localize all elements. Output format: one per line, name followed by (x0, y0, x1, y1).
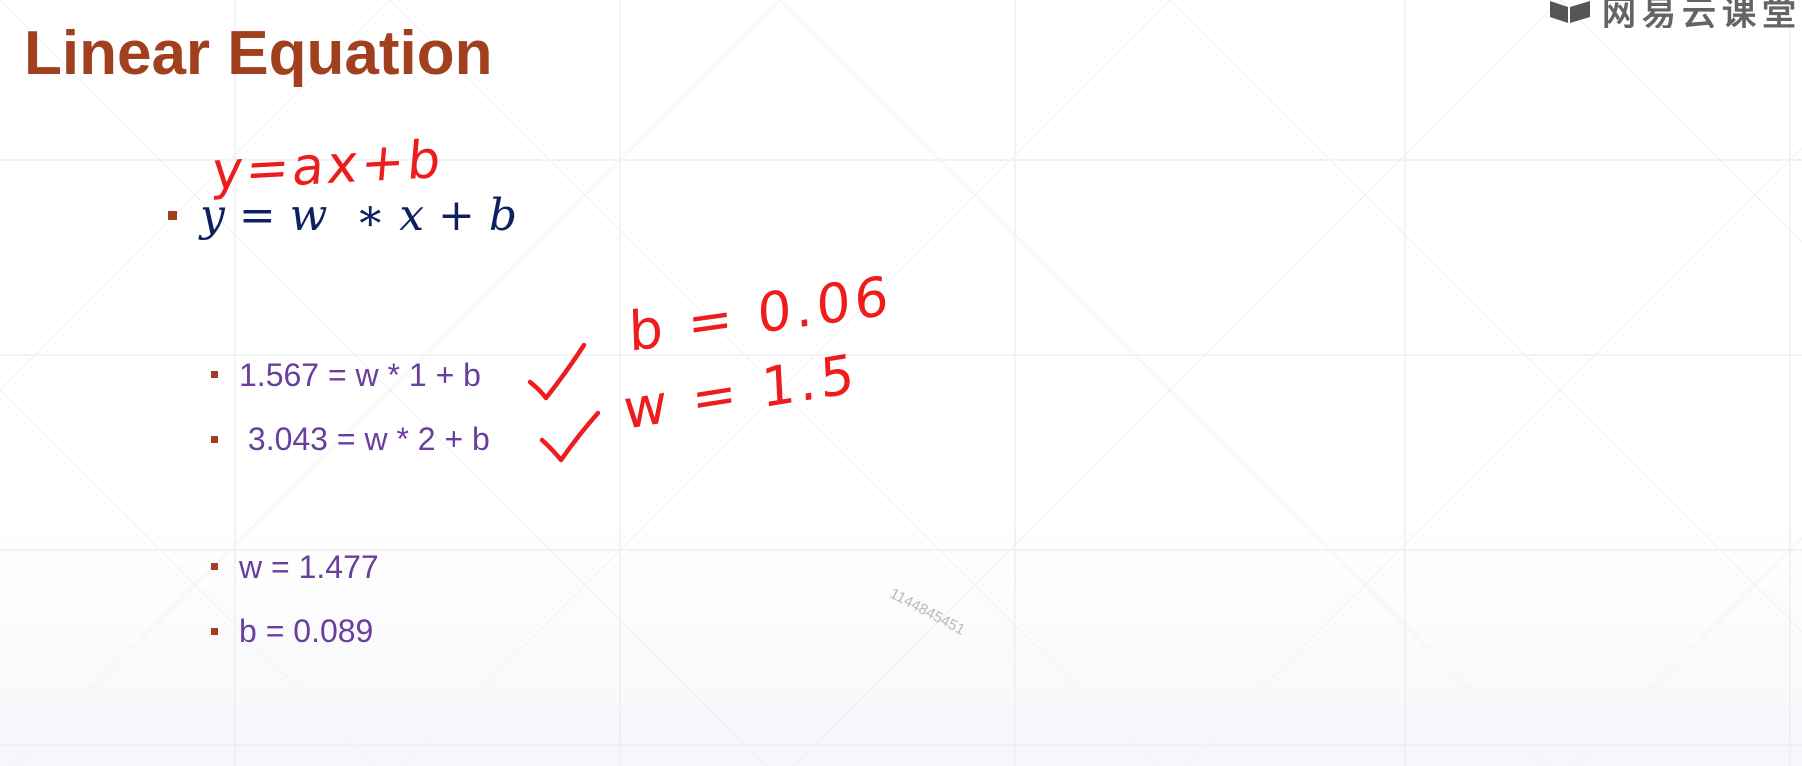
slide: 网易云课堂 Linear Equation y = w ∗ x + b 1.56… (0, 0, 1802, 766)
ink-annotation-layer (527, 342, 601, 463)
checkmark-1 (527, 342, 587, 401)
checkmark-2 (539, 410, 601, 463)
